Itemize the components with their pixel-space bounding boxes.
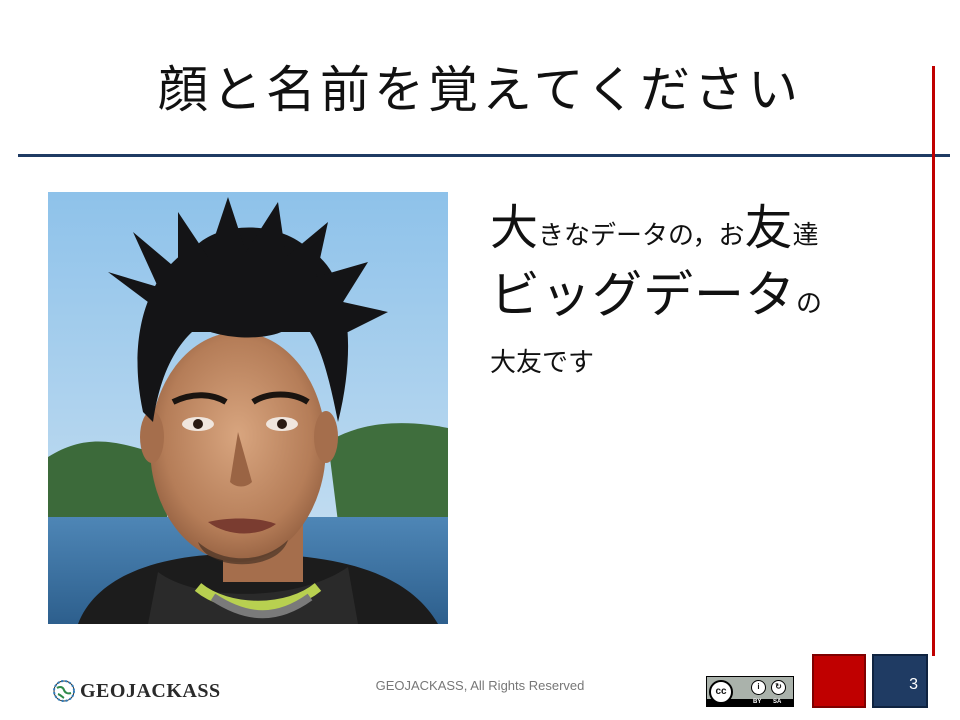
red-square-button[interactable]: [812, 654, 866, 708]
page-number[interactable]: 3: [872, 654, 928, 708]
body-line-3: 大友です: [490, 348, 595, 378]
vertical-accent-line: [932, 66, 935, 656]
sa-icon: ↻: [771, 680, 786, 695]
body-line-1: 大きなデータの，お友達: [490, 200, 819, 256]
body-line-2: ビッグデータの: [490, 266, 823, 324]
cc-mark: cc: [709, 680, 733, 704]
title-divider: [18, 154, 950, 157]
sa-label: SA: [773, 699, 782, 705]
cc-by-sa-icon[interactable]: cc i ↻ BY SA: [706, 676, 794, 707]
portrait-photo: [48, 192, 448, 624]
slide-title: 顔と名前を覚えてください: [158, 61, 802, 119]
by-label: BY: [753, 699, 762, 705]
by-icon: i: [751, 680, 766, 695]
body-text: 大きなデータの，お友達 ビッグデータの 大友です: [490, 196, 910, 379]
page-number-label: 3: [909, 676, 918, 693]
